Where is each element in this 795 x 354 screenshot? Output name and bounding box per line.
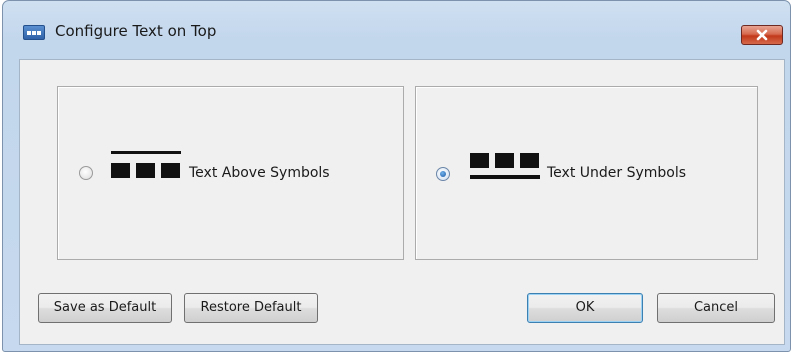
configure-text-dialog: Configure Text on Top Text Above Symbols — [2, 0, 791, 352]
window-title: Configure Text on Top — [55, 22, 217, 40]
text-under-radio[interactable] — [436, 167, 450, 181]
title-bar[interactable]: Configure Text on Top — [3, 1, 790, 59]
close-icon — [756, 29, 768, 41]
app-window-icon — [23, 25, 45, 40]
save-as-default-button[interactable]: Save as Default — [38, 293, 172, 323]
restore-default-button[interactable]: Restore Default — [184, 293, 318, 323]
option-panel-text-under[interactable]: Text Under Symbols — [415, 86, 758, 260]
close-button[interactable] — [741, 25, 783, 45]
ok-button[interactable]: OK — [527, 293, 643, 323]
dialog-body: Text Above Symbols Text Under Symbols Sa… — [19, 59, 785, 345]
text-under-symbols-icon — [470, 153, 540, 179]
text-above-symbols-icon — [111, 151, 181, 178]
option-panel-text-above[interactable]: Text Above Symbols — [57, 86, 404, 260]
radio-selected-dot — [440, 171, 446, 177]
cancel-button[interactable]: Cancel — [657, 293, 775, 323]
text-above-radio[interactable] — [79, 166, 93, 180]
text-under-label: Text Under Symbols — [547, 165, 687, 181]
text-above-label: Text Above Symbols — [189, 165, 330, 181]
